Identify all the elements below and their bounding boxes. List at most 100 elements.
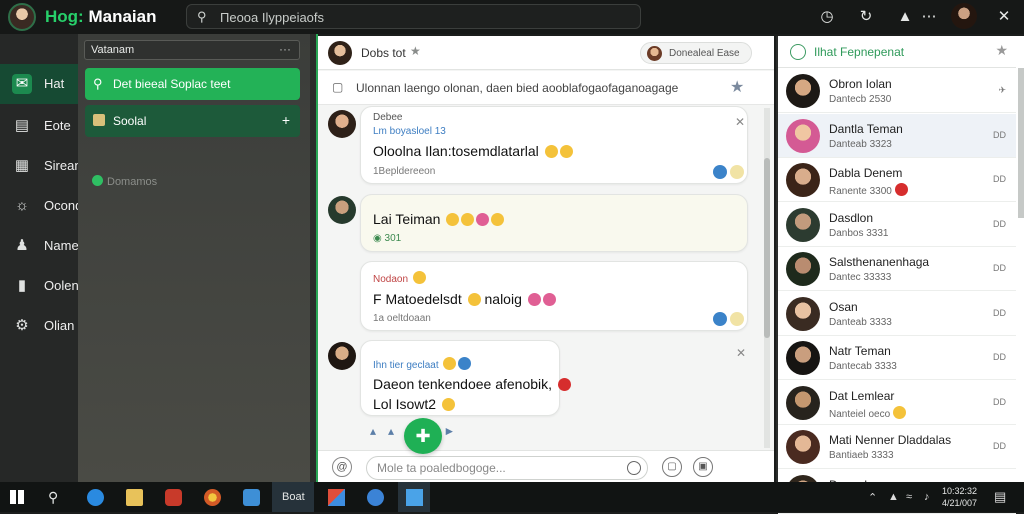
emoji-picker-icon[interactable]	[627, 461, 641, 475]
thumbs-reaction-icon[interactable]	[730, 312, 744, 326]
channel-panel-header[interactable]: Vatanam ···	[84, 40, 300, 60]
contact-scrollbar[interactable]	[1018, 68, 1024, 218]
refresh-icon[interactable]: ↻	[855, 6, 877, 28]
like-reaction-icon[interactable]	[713, 165, 727, 179]
paint-icon[interactable]	[328, 489, 345, 506]
emoji-icon	[527, 293, 541, 306]
contact-action-icon[interactable]: DD	[993, 263, 1006, 273]
wifi-icon[interactable]: ≈	[906, 491, 912, 503]
user-avatar[interactable]	[951, 3, 977, 29]
search-icon[interactable]: ⚲	[48, 489, 65, 506]
contact-row[interactable]: Mati Nenner Dladdalas Bantiaeb 3333 DD	[778, 425, 1016, 469]
taskbar-active-app[interactable]: Boat	[272, 482, 314, 512]
chat-app-icon[interactable]	[367, 489, 384, 506]
contact-row[interactable]: Natr Teman Dantecab 3333 DD	[778, 336, 1016, 380]
notification-icon[interactable]: ▤	[994, 489, 1006, 505]
search-bar[interactable]: ⚲ Пеоoa Ilyppeiaofs	[186, 4, 641, 29]
channel-item-label: Det bieeal Soplac teet	[113, 77, 231, 91]
contact-subtitle: Dantecab 3333	[829, 361, 897, 372]
tray-chevron-icon[interactable]: ⌃	[868, 491, 877, 504]
close-icon[interactable]: ✕	[735, 115, 745, 129]
rail-item-chat[interactable]: ✉ Hat	[0, 64, 78, 104]
close-icon[interactable]: ✕	[993, 6, 1015, 28]
rail-item-grid[interactable]: ▦ Sirean	[0, 146, 82, 186]
message-meta: Lm boyasloel 13	[373, 126, 446, 137]
app-avatar[interactable]	[8, 3, 36, 31]
contact-action-icon[interactable]: DD	[993, 130, 1006, 140]
taskbar: ⚲ Boat ⌃ ▲ ≈ ♪ 10:32:32 4/21/007 ▤	[0, 482, 1024, 512]
message-text: Daeon tenkendoee afenobik,	[373, 376, 571, 392]
grid-icon: ▦	[14, 157, 30, 174]
message-avatar[interactable]	[328, 110, 356, 138]
contact-subtitle: Dantec 33333	[829, 272, 892, 283]
contact-action-icon[interactable]: DD	[993, 174, 1006, 184]
app-icon[interactable]	[165, 489, 182, 506]
contact-row[interactable]: Salsthenanenhaga Dantec 33333 DD	[778, 247, 1016, 291]
contact-list-header: Ilhat Fepnepenat ★	[778, 36, 1016, 68]
rail-item-settings[interactable]: ⚙ Olian	[0, 306, 78, 346]
notice-text: Ulonnan laengo olonan, daen bied aooblaf…	[356, 81, 679, 95]
message-avatar[interactable]	[328, 196, 356, 224]
chat-avatar[interactable]	[328, 41, 352, 65]
channel-item-search[interactable]: ⚲ Det bieeal Soplac teet	[85, 68, 300, 100]
emoji-icon	[476, 213, 490, 226]
message-time: 1Bepldereeon	[373, 166, 436, 177]
more-icon[interactable]: ···	[279, 42, 291, 56]
rail-item-notes[interactable]: ▤ Eote	[0, 106, 78, 146]
message-meta: Ihn tier geclaat	[373, 357, 472, 371]
scroll-thumb[interactable]	[764, 158, 770, 338]
chat-participant-pill[interactable]: Donealeal Ease	[640, 42, 752, 64]
taskbar-current-app[interactable]	[398, 482, 430, 512]
more-icon[interactable]: ⋯	[918, 6, 940, 28]
chat-scrollbar[interactable]	[764, 108, 770, 448]
search-placeholder[interactable]: Пеоoa Ilyppeiaofs	[220, 10, 324, 25]
rail-item-globe[interactable]: ☼ Ocond	[0, 186, 82, 226]
edge-browser-icon[interactable]	[87, 489, 104, 506]
star-icon[interactable]: ★	[410, 44, 421, 58]
star-icon[interactable]: ★	[995, 42, 1008, 59]
message-bubble: Lai Teiman ◉ 301	[360, 194, 748, 252]
search-icon: ⚲	[93, 76, 103, 91]
thumbs-reaction-icon[interactable]	[730, 165, 744, 179]
message-field[interactable]	[366, 456, 648, 480]
contact-action-icon[interactable]: DD	[993, 308, 1006, 318]
contact-action-icon[interactable]: DD	[993, 441, 1006, 451]
contact-action-icon[interactable]: DD	[993, 219, 1006, 229]
message-avatar[interactable]	[328, 342, 356, 370]
chat-icon: ✉	[12, 74, 32, 94]
contact-row[interactable]: Dabla Denem Ranente 3300 DD	[778, 158, 1016, 202]
contact-action-icon[interactable]: DD	[993, 397, 1006, 407]
store-icon[interactable]	[243, 489, 260, 506]
gif-icon[interactable]: ▣	[693, 457, 713, 477]
volume-icon[interactable]: ♪	[924, 491, 930, 503]
rail-item-files[interactable]: ▮ Oolen	[0, 266, 79, 306]
emoji-icon	[412, 271, 426, 284]
contact-row[interactable]: Dat Lemlear Nanteiel oeco DD	[778, 381, 1016, 425]
send-button[interactable]: ✚	[404, 418, 442, 454]
network-icon[interactable]: ▲	[888, 491, 899, 503]
browser-icon[interactable]	[204, 489, 221, 506]
thumbs-up-icon[interactable]: ▲	[894, 6, 916, 28]
file-explorer-icon[interactable]	[126, 489, 143, 506]
like-reaction-icon[interactable]	[713, 312, 727, 326]
add-icon[interactable]: +	[282, 112, 290, 128]
channel-item-social[interactable]: Soolal +	[85, 105, 300, 137]
contact-row[interactable]: Obron Iolan Dantecb 2530 ✈	[778, 69, 1016, 113]
mention-icon[interactable]: @	[332, 457, 352, 477]
rail-item-contacts[interactable]: ♟ Namen	[0, 226, 86, 266]
close-icon[interactable]: ✕	[736, 346, 746, 360]
clock-icon[interactable]: ◷	[816, 6, 838, 28]
message-input[interactable]	[367, 457, 617, 479]
emoji-icon	[467, 293, 481, 306]
star-icon[interactable]: ★	[730, 77, 744, 97]
attach-icon[interactable]: ▢	[662, 457, 682, 477]
windows-start-icon[interactable]	[10, 490, 24, 504]
contact-row[interactable]: Dasdlon Danbos 3331 DD	[778, 203, 1016, 247]
emoji-icon	[557, 378, 571, 391]
contact-action-icon[interactable]: DD	[993, 352, 1006, 362]
clock[interactable]: 10:32:32 4/21/007	[942, 485, 977, 509]
contact-row[interactable]: Dantla Teman Danteab 3323 DD	[778, 113, 1016, 158]
contact-row[interactable]: Osan Danteab 3333 DD	[778, 292, 1016, 336]
contact-action-icon[interactable]: ✈	[998, 85, 1006, 96]
channel-item-domains[interactable]: Domamos	[92, 175, 157, 188]
